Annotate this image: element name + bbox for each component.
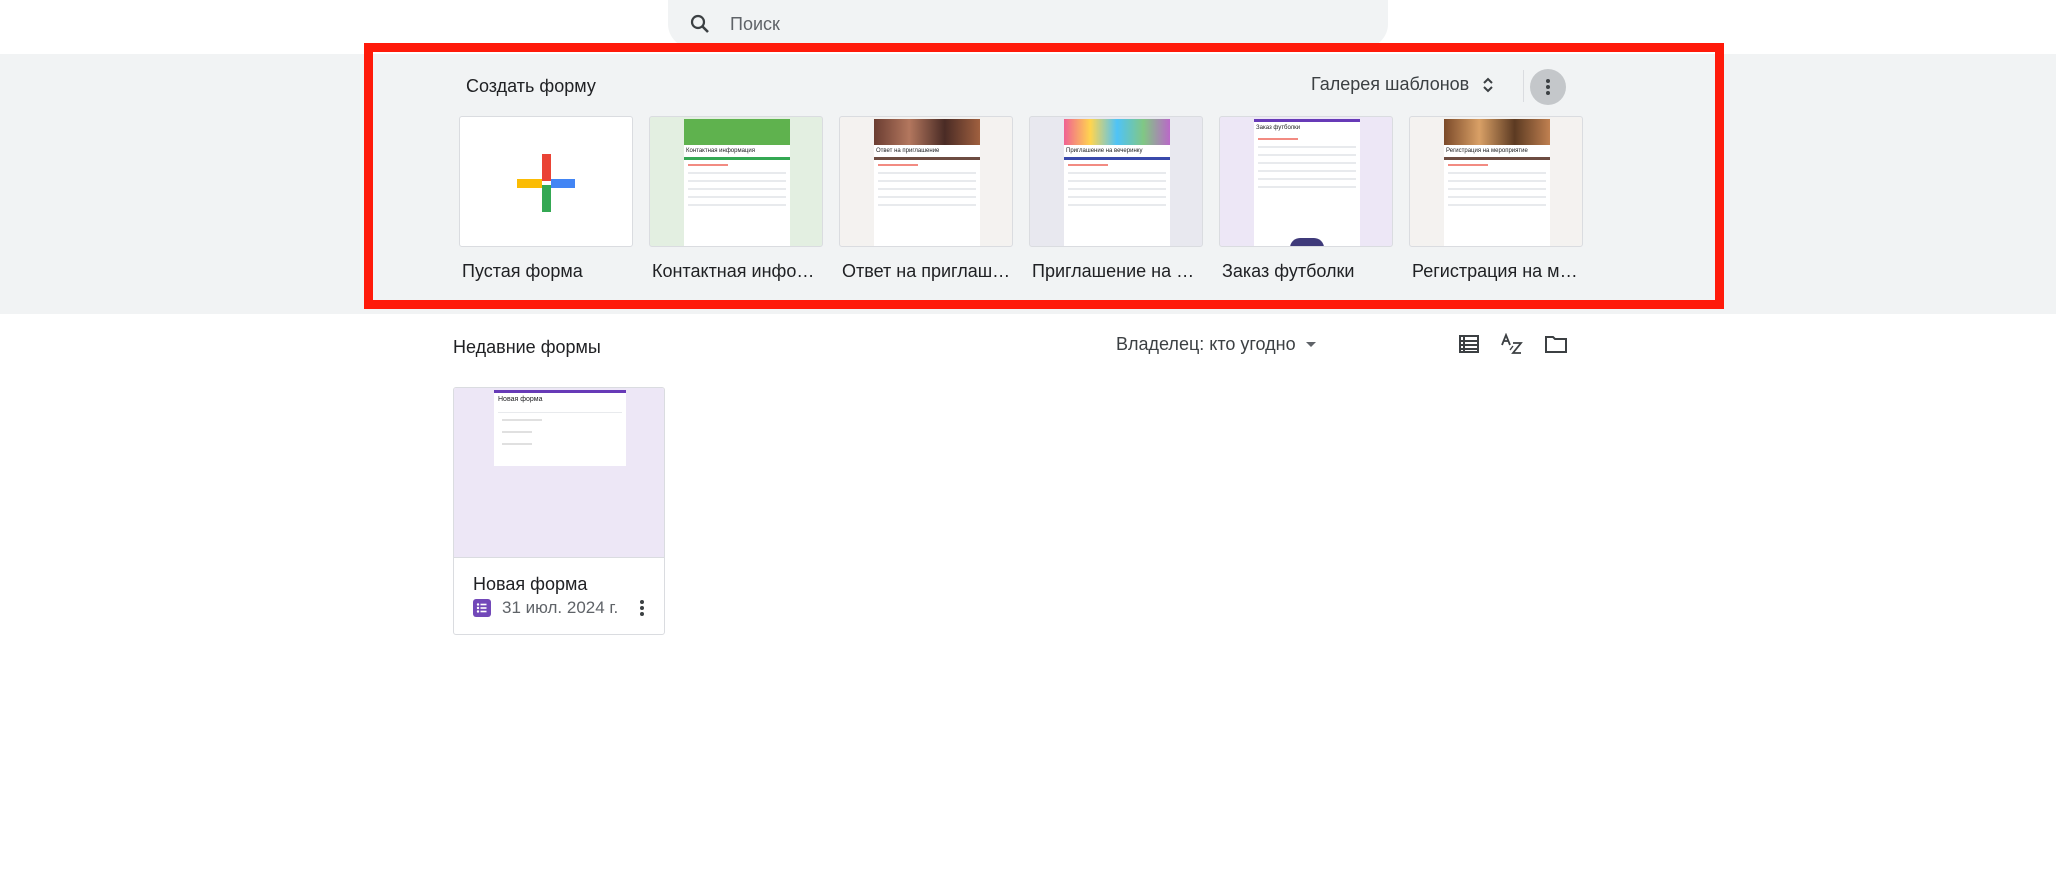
form-meta: 31 июл. 2024 г. bbox=[473, 598, 618, 618]
form-preview-sheet: Новая форма bbox=[494, 390, 626, 466]
form-name: Новая форма bbox=[473, 574, 588, 594]
form-date: 31 июл. 2024 г. bbox=[502, 598, 619, 617]
highlight-box bbox=[364, 43, 1724, 309]
owner-filter-dropdown[interactable]: Владелец: кто угодно bbox=[1116, 334, 1316, 355]
search-icon bbox=[690, 14, 709, 33]
folder-icon bbox=[1545, 336, 1567, 353]
open-file-picker-button[interactable] bbox=[1543, 331, 1569, 357]
list-view-icon bbox=[1459, 335, 1479, 353]
form-thumbnail: Новая форма bbox=[454, 388, 664, 558]
forms-home: Поиск Создать форму Галерея шаблонов Пус… bbox=[0, 0, 2056, 884]
google-forms-icon bbox=[473, 599, 491, 617]
sort-az-icon bbox=[1501, 333, 1523, 354]
dropdown-arrow-icon bbox=[1305, 342, 1316, 347]
search-input[interactable]: Поиск bbox=[730, 14, 780, 35]
list-view-button[interactable] bbox=[1456, 331, 1482, 357]
form-more-button[interactable] bbox=[640, 600, 644, 618]
search-bar[interactable]: Поиск bbox=[668, 0, 1388, 48]
recent-forms-title: Недавние формы bbox=[453, 337, 601, 357]
recent-form-card[interactable]: Новая форма Новая форма 31 июл. 2024 г. bbox=[453, 387, 665, 635]
form-preview-title: Новая форма bbox=[498, 396, 543, 403]
owner-filter-label: Владелец: кто угодно bbox=[1116, 334, 1296, 354]
sort-button[interactable] bbox=[1499, 331, 1525, 357]
